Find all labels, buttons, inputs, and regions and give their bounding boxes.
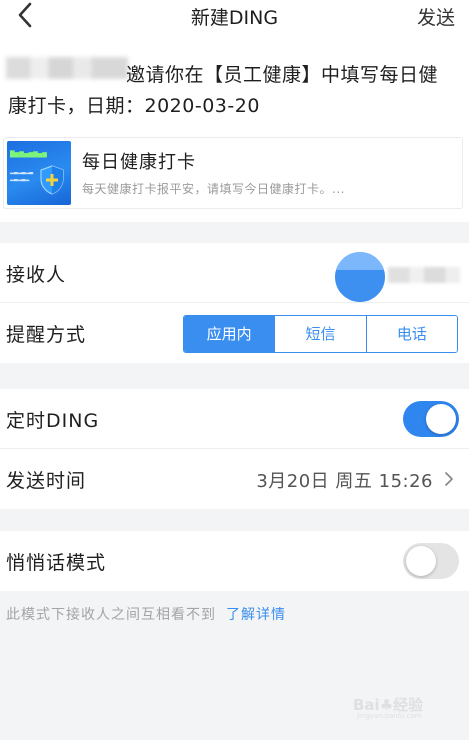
recipient-section: 接收人 提醒方式 应用内 短信 电话 — [0, 243, 469, 363]
toggle-knob — [426, 404, 456, 434]
reminder-segmented-control: 应用内 短信 电话 — [183, 315, 458, 353]
whisper-mode-row: 悄悄话模式 — [0, 531, 469, 591]
scheduled-ding-row: 定时DING — [0, 389, 469, 449]
avatar — [335, 252, 385, 302]
reminder-option-sms[interactable]: 短信 — [274, 316, 366, 352]
send-time-row[interactable]: 发送时间 3月20日 周五 15:26 — [0, 449, 469, 509]
top-nav-bar: 新建DING 发送 — [0, 0, 469, 30]
recipient-label: 接收人 — [6, 264, 67, 286]
whisper-section: 悄悄话模式 — [0, 531, 469, 591]
blurred-recipient-name — [388, 267, 460, 283]
recipient-row[interactable]: 接收人 — [0, 243, 469, 303]
whisper-mode-toggle[interactable] — [403, 543, 459, 579]
scheduled-ding-label: 定时DING — [6, 410, 100, 432]
page-title: 新建DING — [190, 7, 279, 29]
shield-icon — [40, 165, 64, 195]
whisper-hint-text: 此模式下接收人之间互相看不到 — [6, 607, 216, 623]
learn-more-link[interactable]: 了解详情 — [226, 607, 286, 623]
card-description: 每天健康打卡报平安，请填写今日健康打卡。... — [82, 182, 345, 196]
toggle-knob — [406, 546, 436, 576]
scheduled-ding-toggle[interactable] — [403, 401, 459, 437]
message-section: 邀请你在【员工健康】中填写每日健康打卡，日期：2020-03-20 █▆▇▅▆▇… — [0, 30, 469, 222]
reminder-row: 提醒方式 应用内 短信 电话 — [0, 303, 469, 363]
baidu-watermark-logo: Bai♣经验 jingyan.baidu.com — [353, 696, 424, 720]
send-time-value: 3月20日 周五 15:26 — [256, 471, 433, 492]
card-thumbnail: █▆▇▅▆▇▅▆ ▂▃▂▃▂▃ ▂▃▂▃▂ — [7, 141, 71, 205]
reminder-option-in-app[interactable]: 应用内 — [184, 316, 275, 352]
card-title: 每日健康打卡 — [82, 152, 196, 173]
reminder-label: 提醒方式 — [6, 324, 87, 346]
send-time-label: 发送时间 — [6, 470, 87, 492]
whisper-mode-label: 悄悄话模式 — [6, 552, 107, 574]
chevron-right-icon — [445, 472, 453, 486]
whisper-hint: 此模式下接收人之间互相看不到 了解详情 — [6, 604, 286, 624]
reminder-option-call[interactable]: 电话 — [365, 316, 457, 352]
send-button[interactable]: 发送 — [417, 3, 455, 30]
schedule-section: 定时DING 发送时间 3月20日 周五 15:26 — [0, 389, 469, 509]
message-text[interactable]: 邀请你在【员工健康】中填写每日健康打卡，日期：2020-03-20 — [8, 60, 453, 122]
health-checkin-card[interactable]: █▆▇▅▆▇▅▆ ▂▃▂▃▂▃ ▂▃▂▃▂ 每日健康打卡 每天健康打卡报平安，请填… — [3, 137, 463, 209]
